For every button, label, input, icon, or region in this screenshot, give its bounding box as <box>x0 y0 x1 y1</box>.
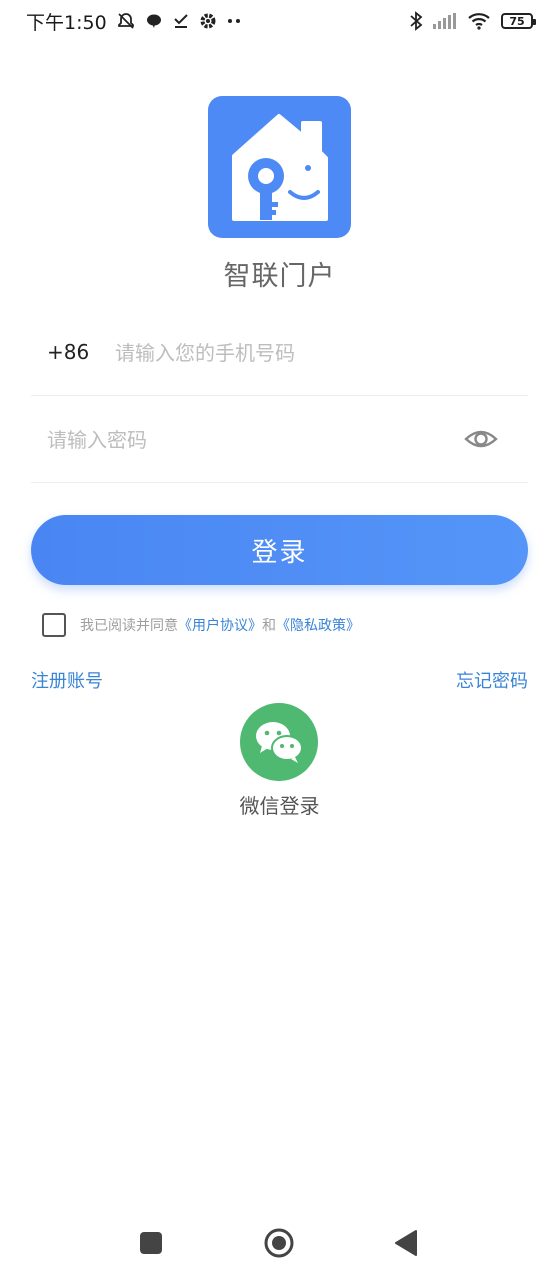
recent-apps-icon[interactable] <box>140 1232 162 1254</box>
back-icon[interactable] <box>394 1230 418 1256</box>
app-logo <box>208 96 351 238</box>
wechat-login-label: 微信登录 <box>239 794 320 818</box>
status-left: 下午1:50 <box>26 8 242 35</box>
settings-icon <box>199 12 217 30</box>
checklist-icon <box>172 12 190 30</box>
status-right: 75 <box>409 11 536 31</box>
agreement-checkbox[interactable] <box>42 613 66 637</box>
eye-icon[interactable] <box>464 425 498 453</box>
signal-icon <box>433 13 457 29</box>
agreement: 我已阅读并同意 《用户协议》 和 《隐私政策》 <box>42 611 360 639</box>
house-key-icon <box>232 114 328 221</box>
user-agreement-link[interactable]: 《用户协议》 <box>178 615 262 635</box>
wechat-icon <box>256 722 303 763</box>
wechat-login-button[interactable] <box>240 703 318 781</box>
home-icon[interactable] <box>264 1228 294 1258</box>
mute-icon <box>116 11 136 31</box>
password-input[interactable] <box>47 421 447 459</box>
country-code[interactable]: +86 <box>47 340 89 364</box>
phone-row: +86 <box>31 310 528 396</box>
password-row <box>31 397 528 483</box>
bluetooth-icon <box>409 11 423 31</box>
wifi-icon <box>467 12 491 30</box>
agreement-and: 和 <box>262 618 276 634</box>
battery-icon: 75 <box>501 13 536 29</box>
status-bar: 下午1:50 75 <box>0 0 559 42</box>
battery-level: 75 <box>509 14 525 28</box>
phone-input[interactable] <box>115 334 505 372</box>
more-dots-icon <box>226 18 242 24</box>
forgot-password-link[interactable]: 忘记密码 <box>456 667 528 693</box>
login-button[interactable]: 登录 <box>31 515 528 585</box>
register-link[interactable]: 注册账号 <box>31 667 103 693</box>
chat-bubble-icon <box>145 12 163 30</box>
app-name: 智联门户 <box>223 261 336 292</box>
privacy-policy-link[interactable]: 《隐私政策》 <box>276 615 360 635</box>
agreement-prefix: 我已阅读并同意 <box>80 618 178 634</box>
login-screen: 下午1:50 75 智联门户 +86 请输入您的手机号码 登录 我已阅读并同意 … <box>0 0 559 1280</box>
status-time: 下午1:50 <box>26 11 107 34</box>
